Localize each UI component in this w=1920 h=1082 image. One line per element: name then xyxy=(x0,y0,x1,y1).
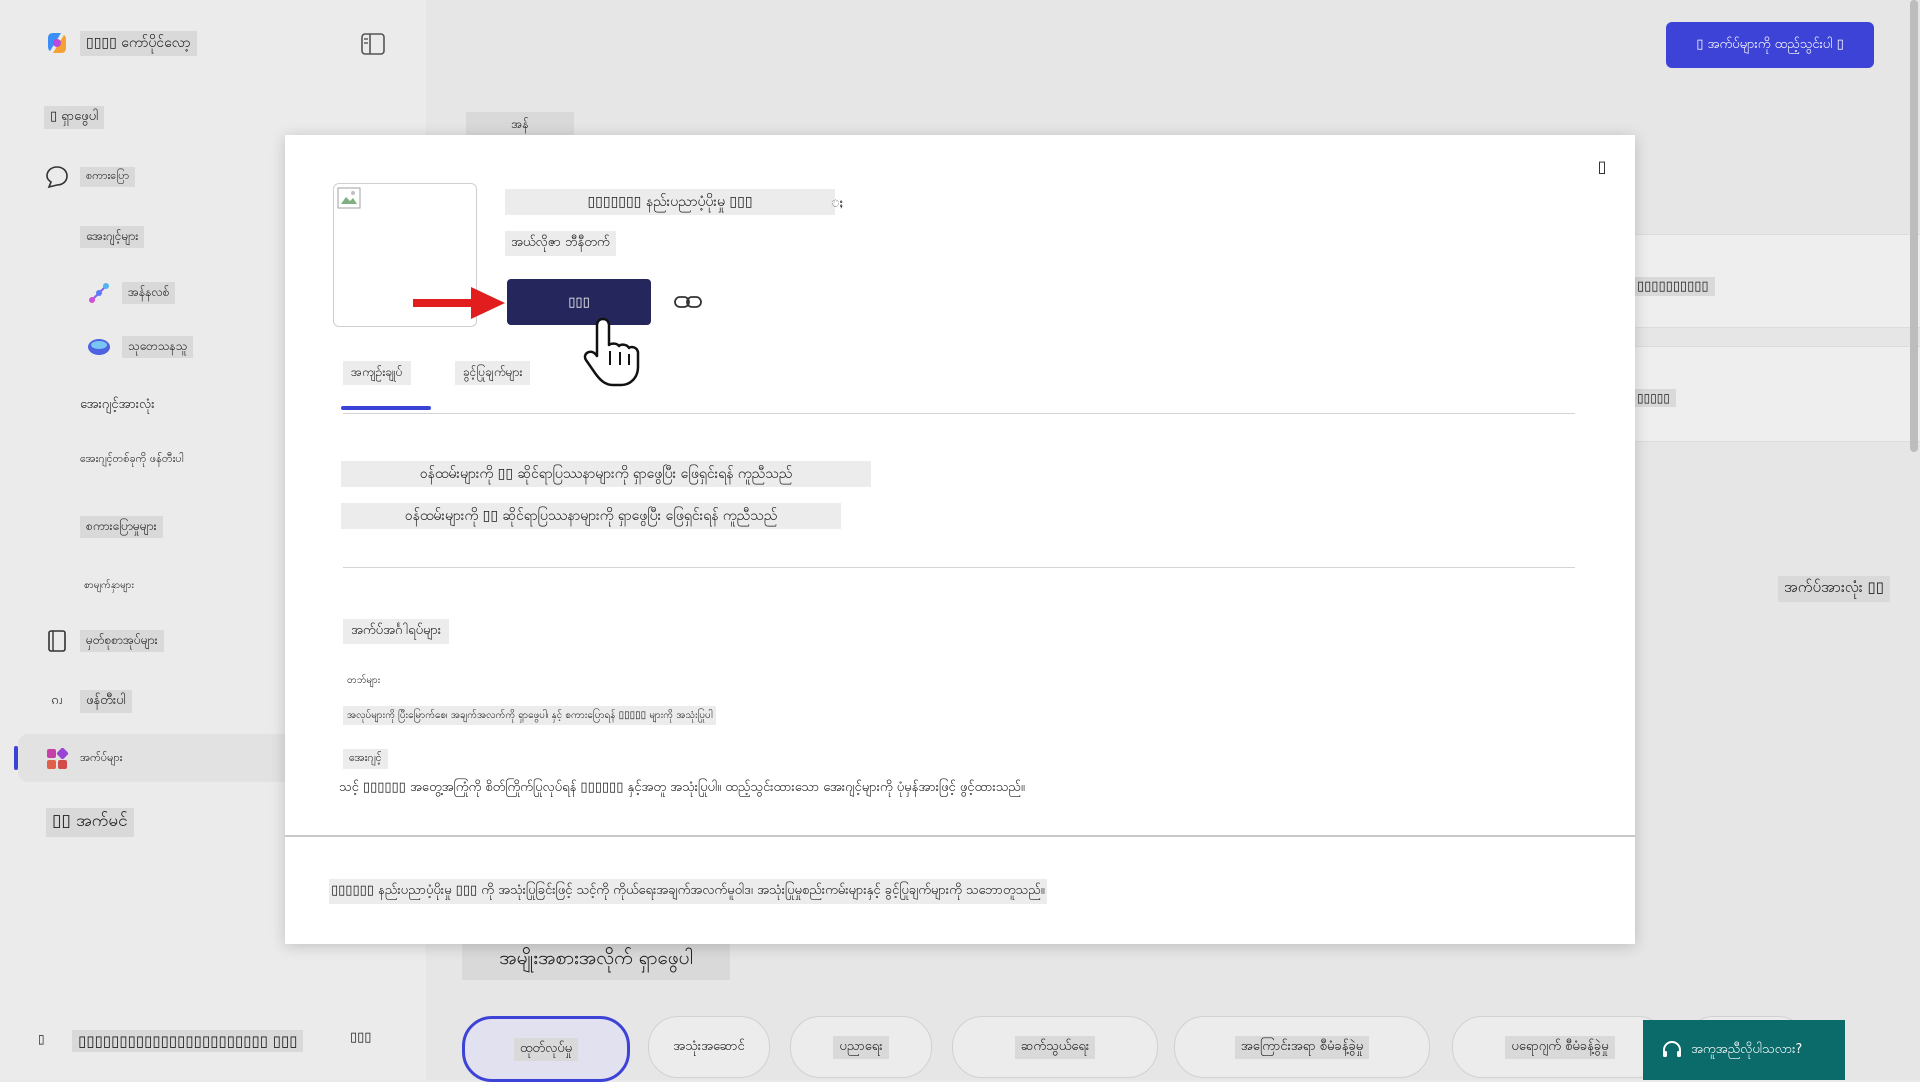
sidebar-item-label: အန်နလစ် xyxy=(122,282,176,304)
sidebar-item-notebooks[interactable]: မှတ်စုစာအုပ်များ xyxy=(44,628,164,654)
close-button[interactable]: ▯ xyxy=(1591,157,1613,183)
feature-agent-description: သင့် ▯▯▯▯▯▯ အတွေ့အကြုံကို စိတ်ကြိုက်ပြုလ… xyxy=(339,780,1025,795)
chat-bubble-icon xyxy=(44,164,70,190)
sidebar-item-label: စကားပြော xyxy=(80,167,136,187)
sidebar-section-conversations[interactable]: စကားပြောမှုများ xyxy=(80,516,163,538)
create-icon: ၵၪ xyxy=(51,692,63,708)
sidebar-item-label: သုတေသနသူ xyxy=(122,336,194,358)
add-app-button-label: ▯▯▯ xyxy=(568,294,590,310)
sidebar-item-create[interactable]: ၵၪ ဖန်တီးပါ xyxy=(44,688,132,714)
hand-cursor-icon xyxy=(583,317,640,387)
dialog-footer: ▯▯▯▯▯▯ နည်းပညာပံ့ပိုးမှု ▯▯▯ ကို အသုံးပြ… xyxy=(285,835,1635,946)
notebook-icon xyxy=(44,628,70,654)
app-title: ▯▯▯▯▯▯▯ နည်းပညာပံ့ပိုးမှု ▯▯▯ xyxy=(505,189,835,215)
tab-permissions[interactable]: ခွင့်ပြုချက်များ xyxy=(455,361,531,385)
category-chip-label: ထုတ်လုပ်မှု xyxy=(513,1037,579,1061)
sidebar-item-apps[interactable]: အက်ပ်များ xyxy=(44,746,122,772)
brand-name: ▯▯▯▯ ကော်ပိုင်လော့ xyxy=(80,30,197,56)
category-chip-label: ဆက်သွယ်ရေး xyxy=(1014,1035,1096,1059)
sidebar-item-analyst[interactable]: သုတေသနသူ xyxy=(86,334,194,360)
category-chip-productivity[interactable]: ထုတ်လုပ်မှု xyxy=(462,1016,630,1082)
app-publisher: အယ်လိုဇာ ဘီနီတက် xyxy=(505,231,616,256)
broken-image-icon xyxy=(337,187,361,209)
sidebar-item-all-agents[interactable]: အေးဂျင့်အားလုံး xyxy=(80,396,155,415)
category-chip-label: အသုံးအဆောင် xyxy=(673,1038,745,1054)
description-divider xyxy=(343,567,1575,568)
app-features-heading: အက်ပ်အင်္ဂါရပ်များ xyxy=(343,619,450,644)
link-icon xyxy=(674,296,702,308)
help-label: အကူအညီလိုပါသလား? xyxy=(1691,1041,1803,1057)
user-name[interactable]: ▯▯▯▯▯▯▯▯▯▯▯▯▯▯▯▯▯▯▯▯▯▯▯ ▯▯▯ xyxy=(72,1030,304,1052)
tabs-divider xyxy=(343,413,1575,414)
headset-icon xyxy=(1663,1041,1681,1057)
collapse-sidebar-button[interactable] xyxy=(360,32,386,60)
sidebar-item-researcher[interactable]: အန်နလစ် xyxy=(86,280,176,306)
copilot-logo-icon xyxy=(44,30,70,56)
feature-agent-label: အေးဂျင့် xyxy=(343,749,388,769)
search-button[interactable]: ▯ ရှာဖွေပါ xyxy=(44,106,105,129)
category-chip-utilities[interactable]: အသုံးအဆောင် xyxy=(648,1016,770,1078)
sidebar-item-label: အက်ပ်များ xyxy=(80,751,123,764)
feature-tabs-description: အလုပ်များကို ပြီးမြောက်စေ၊ အချက်အလက်ကို … xyxy=(343,706,717,725)
app-card-title: ▯▯▯▯▯▯▯▯▯▯ xyxy=(1631,277,1715,296)
category-chip-education[interactable]: ပညာရေး xyxy=(790,1016,932,1078)
sidebar-item-create-agent[interactable]: အေးဂျင့်တစ်ခုကို ဖန်တီးပါ xyxy=(80,452,184,468)
add-apps-button[interactable]: ▯ အက်ပ်များကို ထည့်သွင်းပါ ▯ xyxy=(1666,22,1874,68)
category-chip-label: ပညာရေး xyxy=(833,1035,889,1059)
app-card[interactable]: ▯▯▯▯▯▯▯▯▯▯ xyxy=(1606,234,1920,328)
page-scrollbar[interactable] xyxy=(1910,0,1918,452)
category-chip-label: အကြောင်းအရာ စီမံခန့်ခွဲမှု xyxy=(1234,1035,1370,1059)
sidebar-item-label: ဖန်တီးပါ xyxy=(80,689,132,713)
app-details-dialog: ▯ ▯▯▯▯▯▯▯ နည်းပညာပံ့ပိုးမှု ▯▯▯ ႈ အယ်လို… xyxy=(285,135,1635,944)
sidebar-selected-indicator xyxy=(14,746,18,770)
researcher-icon xyxy=(86,280,112,306)
apps-icon xyxy=(44,746,70,772)
app-card-title: ▯▯▯▯▯ xyxy=(1631,389,1677,407)
app-short-description: ဝန်ထမ်းများကို ▯▯ ဆိုင်ရာပြဿနာများကို ရှ… xyxy=(341,461,871,487)
brand[interactable]: ▯▯▯▯ ကော်ပိုင်လော့ xyxy=(44,30,197,56)
app-long-description: ဝန်ထမ်းများကို ▯▯ ဆိုင်ရာပြဿနာများကို ရှ… xyxy=(341,503,841,529)
category-chip-label: ပရောဂျက် စီမံခန့်ခွဲမှု xyxy=(1505,1035,1615,1059)
terms-notice: ▯▯▯▯▯▯ နည်းပညာပံ့ပိုးမှု ▯▯▯ ကို အသုံးပြ… xyxy=(329,879,1047,904)
category-chip-content-management[interactable]: အကြောင်းအရာ စီမံခန့်ခွဲမှု xyxy=(1174,1016,1430,1078)
app-title-suffix: ႈ xyxy=(831,195,844,211)
sidebar-section-agents[interactable]: အေးဂျင့်များ xyxy=(80,226,145,248)
category-chip-project-management[interactable]: ပရောဂျက် စီမံခန့်ခွဲမှု xyxy=(1452,1016,1668,1078)
tab-overview[interactable]: အကျဉ်းချုပ် xyxy=(343,361,411,385)
feature-tabs-label: တဘ်များ xyxy=(347,675,381,686)
category-chip-communication[interactable]: ဆက်သွယ်ရေး xyxy=(952,1016,1158,1078)
app-card[interactable]: ▯▯▯▯▯ xyxy=(1606,346,1920,442)
sidebar-item-label: မှတ်စုစာအုပ်များ xyxy=(80,630,164,652)
sidebar-item-recent[interactable]: စာမျက်နှာများ xyxy=(84,578,134,593)
sidebar-toggle-icon xyxy=(361,33,385,55)
user-status-icon: ▯ xyxy=(38,1032,45,1046)
browse-category-heading: အမျိုးအစားအလိုက် ရှာဖွေပါ xyxy=(462,940,730,980)
copy-link-button[interactable] xyxy=(673,291,703,317)
red-arrow-annotation-icon xyxy=(413,287,505,319)
sidebar-item-more-apps[interactable]: ▯▯ အက်မင် xyxy=(46,808,134,837)
user-menu-button[interactable]: ▯▯▯ xyxy=(350,1030,371,1045)
help-button[interactable]: အကူအညီလိုပါသလား? xyxy=(1643,1020,1845,1080)
see-all-apps-link[interactable]: အက်ပ်အားလုံး ▯▯ xyxy=(1778,576,1890,602)
sidebar-item-chat[interactable]: စကားပြော xyxy=(44,164,136,190)
analyst-icon xyxy=(86,334,112,360)
tab-overview-indicator xyxy=(341,406,431,410)
